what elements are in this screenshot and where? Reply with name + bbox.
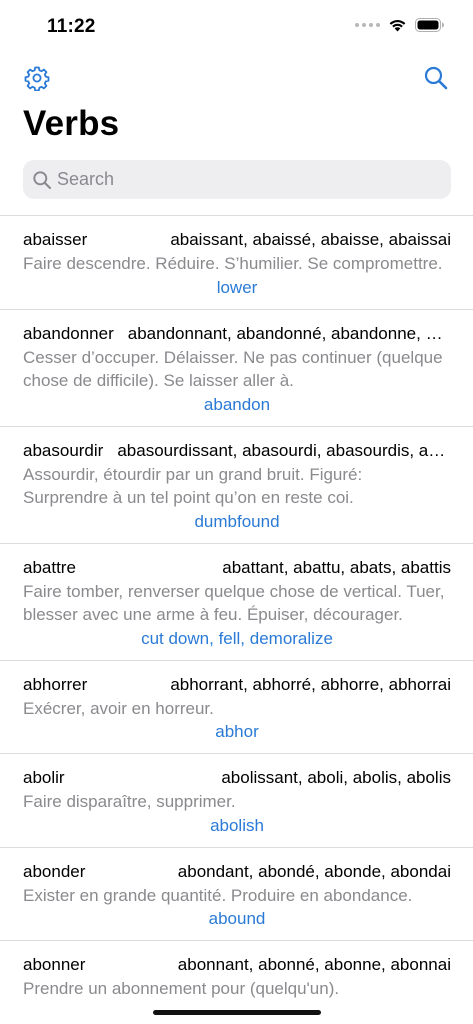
verb-translation: dumbfound <box>194 511 280 531</box>
verb-forms: abondant, abondé, abonde, abondai <box>177 861 451 881</box>
verb-definition: Exécrer, avoir en horreur. <box>23 698 214 718</box>
verb-forms: abonnant, abonné, abonne, abonnai <box>177 955 451 974</box>
verb-row-abaisser[interactable]: abaisser abaissant, abaissé, abaisse, ab… <box>0 215 473 309</box>
magnifier-icon <box>33 170 52 189</box>
verb-row-abhorrer[interactable]: abhorrer abhorrant, abhorré, abhorre, ab… <box>0 659 473 754</box>
cellular-signal-icon <box>355 23 380 27</box>
verb-infinitive: abonder <box>23 861 86 881</box>
verb-row-abonder[interactable]: abonder abondant, abondé, abonde, abonda… <box>0 846 473 941</box>
verb-infinitive: abasourdir <box>23 440 104 460</box>
verb-definition: Exister en grande quantité. Produire en … <box>23 885 413 905</box>
verb-forms: abasourdissant, abasourdi, abasourdis, a… <box>117 440 451 460</box>
verb-row-abattre[interactable]: abattre abattant, abattu, abats, abattis… <box>0 542 473 660</box>
verb-definition: Faire tomber, renverser quelque chose de… <box>23 581 445 625</box>
status-icons <box>355 18 445 32</box>
battery-icon <box>415 18 444 32</box>
search-field-icon <box>31 169 53 191</box>
page-title: Verbs <box>23 104 120 143</box>
verb-translation: abolish <box>210 815 264 835</box>
navigation-bar <box>0 56 473 100</box>
verb-forms: abandonnant, abandonné, abandonne, aband… <box>127 323 451 343</box>
home-indicator <box>153 1010 321 1015</box>
verb-row-abolir[interactable]: abolir abolissant, aboli, abolis, abolis… <box>0 753 473 847</box>
verb-infinitive: abolir <box>23 768 65 787</box>
verb-definition: Cesser d’occuper. Délaisser. Ne pas cont… <box>23 347 443 391</box>
verb-forms: abolissant, aboli, abolis, abolis <box>221 768 451 787</box>
status-bar: 11:22 <box>0 0 473 54</box>
verb-forms: abhorrant, abhorré, abhorre, abhorrai <box>170 674 451 694</box>
verb-row-abandonner[interactable]: abandonner abandonnant, abandonné, aband… <box>0 308 473 426</box>
search-icon <box>424 66 448 90</box>
verb-definition: Prendre un abonnement pour (quelqu'un). <box>23 979 340 998</box>
verb-infinitive: abhorrer <box>23 674 88 694</box>
verb-list: abaisser abaissant, abaissé, abaisse, ab… <box>0 215 473 1011</box>
gear-icon <box>24 66 50 91</box>
verb-translation: abandon <box>203 394 271 414</box>
verb-row-abonner[interactable]: abonner abonnant, abonné, abonne, abonna… <box>0 940 473 1011</box>
verb-forms: abattant, abattu, abats, abattis <box>222 557 451 577</box>
verb-translation: lower <box>216 277 258 297</box>
settings-button[interactable] <box>23 64 51 92</box>
verb-translation: cut down, fell, demoralize <box>141 628 333 648</box>
wifi-icon <box>389 19 406 32</box>
verb-infinitive: abonner <box>23 955 86 974</box>
verb-forms: abaissant, abaissé, abaisse, abaissai <box>170 230 451 249</box>
verb-definition: Assourdir, étourdir par un grand bruit. … <box>23 464 363 508</box>
search-button[interactable] <box>422 64 450 92</box>
search-field[interactable] <box>23 160 451 199</box>
verb-translation: abhor <box>215 722 259 741</box>
verb-definition: Faire descendre. Réduire. S’humilier. Se… <box>23 254 443 273</box>
verb-translation: abound <box>208 909 266 928</box>
verb-infinitive: abandonner <box>23 323 114 343</box>
status-time: 11:22 <box>47 16 96 37</box>
verb-definition: Faire disparaître, supprimer. <box>23 792 236 811</box>
verb-infinitive: abattre <box>23 557 76 577</box>
search-input[interactable] <box>57 164 437 195</box>
verb-row-abasourdir[interactable]: abasourdir abasourdissant, abasourdi, ab… <box>0 425 473 543</box>
verb-infinitive: abaisser <box>23 230 88 249</box>
